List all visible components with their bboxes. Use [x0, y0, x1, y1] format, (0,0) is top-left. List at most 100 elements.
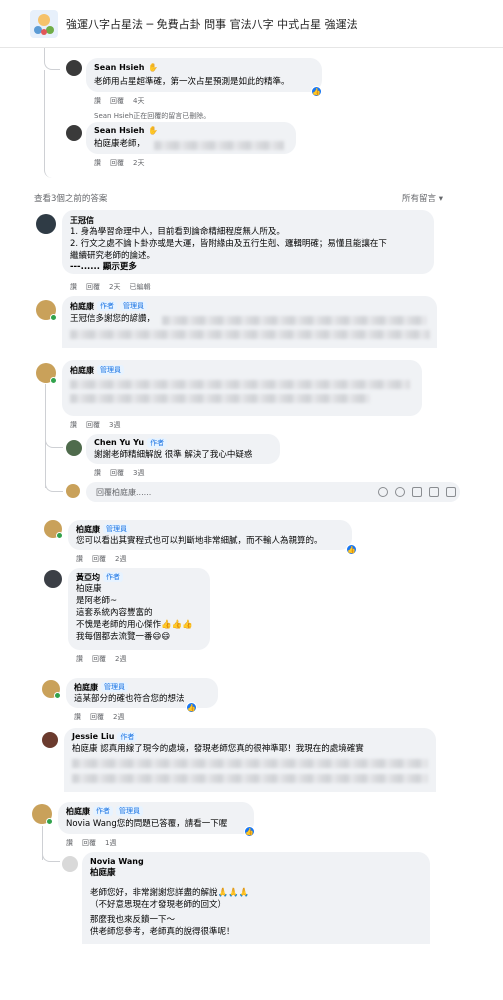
author-name[interactable]: 柏庭康 [74, 683, 98, 692]
like-reaction-icon[interactable]: 👍 [186, 702, 197, 713]
like-button[interactable]: 讚 [70, 283, 77, 291]
chevron-down-icon: ▾ [438, 194, 443, 204]
timestamp[interactable]: 2週 [113, 713, 124, 721]
timestamp[interactable]: 2週 [115, 555, 126, 563]
reply-button[interactable]: 回覆 [82, 839, 96, 847]
like-button[interactable]: 讚 [66, 839, 73, 847]
attachment-icon[interactable] [446, 487, 456, 497]
comment-text: 謝謝老師精細解說 很準 解決了我心中疑惑 [94, 450, 253, 460]
like-reaction-icon[interactable]: 👍 [311, 86, 322, 97]
camera-icon[interactable] [412, 487, 422, 497]
like-reaction-icon[interactable]: 👍 [346, 544, 357, 555]
reply-button[interactable]: 回覆 [92, 655, 106, 663]
timestamp[interactable]: 1週 [105, 839, 116, 847]
comment-text: 柏庭康老師， [94, 139, 146, 149]
comment-bubble: 柏庭康 作者 管理員 王冠信多謝您的諺讚， [62, 296, 437, 348]
like-button[interactable]: 讚 [76, 555, 83, 563]
reply-button[interactable]: 回覆 [90, 713, 104, 721]
edited-label: 已編輯 [129, 283, 151, 291]
comment-bubble: 柏庭康 作者 管理員 Novia Wang您的問題已答覆，請看一下喔 [58, 802, 254, 834]
avatar[interactable] [62, 856, 78, 872]
author-name[interactable]: 柏庭康 [76, 525, 100, 534]
comment-actions: 讚 回覆 1週 [66, 838, 125, 848]
gif-icon[interactable] [429, 487, 439, 497]
avatar[interactable] [36, 214, 56, 234]
sticker-icon[interactable] [395, 487, 405, 497]
comment-bubble: 黃亞均 作者 柏庭康 是阿老師~ 這套系統內容豐富的 不愧是老師的用心傑作👍👍👍 … [68, 568, 210, 650]
mention-link[interactable]: 柏庭康 [90, 867, 116, 880]
comment-actions: 讚 回覆 3週 [70, 420, 129, 430]
sort-dropdown[interactable]: 所有留言 ▾ [402, 192, 443, 204]
see-more-link[interactable]: ---...... 顯示更多 [70, 261, 137, 274]
timestamp[interactable]: 2天 [109, 283, 120, 291]
like-button[interactable]: 讚 [94, 159, 101, 167]
comment-section-5: 柏庭康 管理員 這某部分的確也符合您的想法 👍 讚 回覆 2週 Jessie Liu 作… [30, 676, 475, 794]
comment-bubble: Sean Hsieh ✋ 老師用占星超準確，第一次占星預測是如此的精準。 [86, 58, 322, 92]
comment-text: 老師用占星超準確，第一次占星預測是如此的精準。 [94, 77, 290, 87]
comment-bubble: 柏庭康 管理員 [62, 360, 422, 416]
like-button[interactable]: 讚 [76, 655, 83, 663]
like-button[interactable]: 讚 [94, 97, 101, 105]
deleted-note: Sean Hsieh正在回覆的留言已刪除。 [94, 112, 211, 120]
comment-actions: 讚 回覆 4天 [94, 96, 153, 106]
avatar[interactable] [66, 125, 82, 141]
admin-badge: 管理員 [116, 806, 143, 816]
author-name[interactable]: 黃亞均 [76, 573, 100, 582]
comment-section-2: 查看3個之前的答案 所有留言 ▾ 王冠信 1. 身為學習命理中人，目前看到論命精… [30, 188, 475, 348]
top-fan-icon: ✋ [148, 63, 159, 72]
reply-button[interactable]: 回覆 [92, 555, 106, 563]
reply-input[interactable]: 回覆柏庭康...... [86, 482, 460, 502]
reply-button[interactable]: 回覆 [86, 283, 100, 291]
avatar [66, 484, 80, 498]
comment-text: 王冠信多謝您的諺讚， [70, 314, 156, 324]
comment-bubble: 柏庭康 管理員 您可以看出其實程式也可以判斷地非常細膩，而不輸人為親算的。 [68, 520, 352, 550]
reply-button[interactable]: 回覆 [110, 159, 124, 167]
timestamp[interactable]: 2天 [133, 159, 144, 167]
timestamp[interactable]: 3週 [133, 469, 144, 477]
online-status-icon [50, 377, 57, 384]
page-title: 強運八字占星法 ─ 免費占卦 問事 官法八字 中式占星 強運法 [66, 18, 358, 31]
comment-actions: 讚 回覆 2週 [76, 654, 135, 664]
emoji-icon[interactable] [378, 487, 388, 497]
comment-actions: 讚 回覆 2天 已編輯 [70, 282, 159, 292]
author-name[interactable]: 王冠信 [70, 215, 94, 226]
timestamp[interactable]: 2週 [115, 655, 126, 663]
like-button[interactable]: 讚 [74, 713, 81, 721]
comment-actions: 讚 回覆 3週 [94, 468, 153, 478]
reply-button[interactable]: 回覆 [86, 421, 100, 429]
sort-label: 所有留言 [402, 194, 437, 204]
comment-text: 柏庭康 認真用線了現今的處境，發現老師您真的很神準耶！我現在的處境確實 [72, 744, 364, 754]
author-name[interactable]: Sean Hsieh [94, 63, 144, 72]
avatar[interactable] [44, 570, 62, 588]
author-name[interactable]: 柏庭康 [66, 807, 90, 816]
author-badge: 作者 [117, 732, 138, 742]
timestamp[interactable]: 3週 [109, 421, 120, 429]
comment-text: 這某部分的確也符合您的想法 [74, 694, 185, 704]
like-button[interactable]: 讚 [94, 469, 101, 477]
author-name[interactable]: Sean Hsieh [94, 126, 144, 135]
like-button[interactable]: 讚 [70, 421, 77, 429]
comment-section-4: 柏庭康 管理員 您可以看出其實程式也可以判斷地非常細膩，而不輸人為親算的。 👍 讚… [30, 516, 430, 666]
blurred-text [70, 394, 370, 403]
reply-button[interactable]: 回覆 [110, 469, 124, 477]
comment-text: Novia Wang您的問題已答覆，請看一下喔 [66, 819, 228, 829]
author-name[interactable]: Novia Wang [90, 857, 144, 866]
avatar[interactable] [42, 732, 58, 748]
author-name[interactable]: 柏庭康 [70, 366, 94, 375]
like-reaction-icon[interactable]: 👍 [244, 826, 255, 837]
top-fan-icon: ✋ [148, 126, 159, 135]
admin-badge: 管理員 [103, 524, 130, 534]
timestamp[interactable]: 4天 [133, 97, 144, 105]
comment-bubble: Novia Wang 柏庭康 老師您好，非常謝謝您詳盡的解說🙏🙏🙏 （不好意思現… [82, 852, 430, 944]
author-name[interactable]: 柏庭康 [70, 302, 94, 311]
avatar[interactable] [66, 60, 82, 76]
reply-button[interactable]: 回覆 [110, 97, 124, 105]
comment-section-6: 柏庭康 作者 管理員 Novia Wang您的問題已答覆，請看一下喔 👍 讚 回覆 1週… [28, 800, 473, 950]
author-badge: 作者 [97, 301, 117, 311]
avatar[interactable] [66, 440, 82, 456]
author-name[interactable]: Jessie Liu [72, 732, 114, 741]
author-name[interactable]: Chen Yu Yu [94, 438, 144, 447]
comment-text: 您可以看出其實程式也可以判斷地非常細膩，而不輸人為親算的。 [76, 536, 323, 546]
view-previous-replies-link[interactable]: 查看3個之前的答案 [34, 192, 107, 204]
comment-line: （不好意思現在才發現老師的回文） [90, 900, 227, 910]
